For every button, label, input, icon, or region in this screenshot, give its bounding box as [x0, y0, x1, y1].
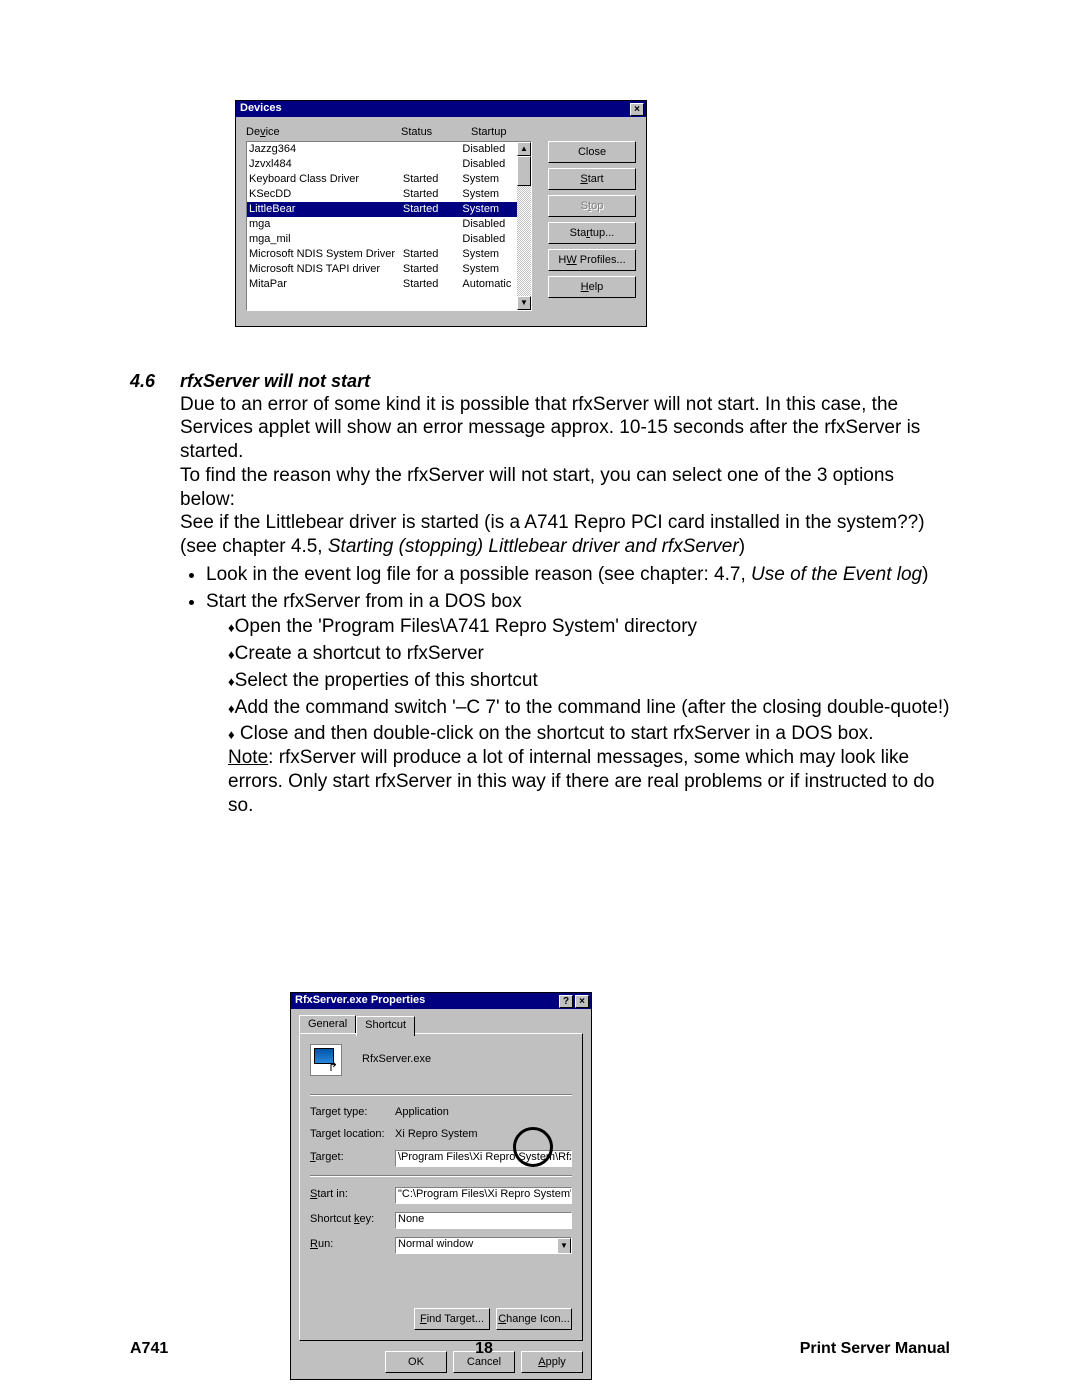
dialog-title: RfxServer.exe Properties: [295, 994, 425, 1008]
table-row[interactable]: KSecDDStartedSystem: [247, 187, 517, 202]
paragraph: Due to an error of some kind it is possi…: [180, 393, 950, 464]
tab-general[interactable]: General: [299, 1015, 356, 1035]
close-icon[interactable]: ×: [575, 995, 589, 1008]
column-headers: Device Status Startup: [246, 126, 541, 140]
stop-button: Stop: [548, 195, 636, 217]
shortcut-icon: [310, 1044, 342, 1076]
footer-right: Print Server Manual: [800, 1339, 950, 1359]
change-icon-button[interactable]: Change Icon...: [496, 1308, 572, 1330]
tab-shortcut[interactable]: Shortcut: [356, 1016, 415, 1036]
section-title: rfxServer will not start: [180, 370, 370, 393]
list-item: Add the command switch '–C 7' to the com…: [228, 696, 950, 720]
footer-left: A741: [130, 1339, 168, 1359]
value-target-type: Application: [395, 1106, 572, 1120]
table-row[interactable]: Keyboard Class DriverStartedSystem: [247, 172, 517, 187]
col-startup: Startup: [471, 126, 541, 140]
start-button[interactable]: Start: [548, 168, 636, 190]
col-device: Device: [246, 126, 401, 140]
list-item: Create a shortcut to rfxServer: [228, 642, 950, 666]
help-button[interactable]: Help: [548, 276, 636, 298]
label-start-in: Start in:: [310, 1188, 395, 1202]
table-row[interactable]: Jzvxl484Disabled: [247, 157, 517, 172]
note-label: Note: [228, 747, 268, 768]
scroll-down-icon[interactable]: ▼: [517, 296, 531, 310]
dialog-titlebar: Devices ×: [236, 101, 646, 117]
page-footer: A741 18 Print Server Manual: [130, 1339, 950, 1359]
dialog-title: Devices: [240, 102, 282, 116]
annotation-circle: [513, 1127, 553, 1167]
label-shortcut-key: Shortcut key:: [310, 1213, 395, 1227]
table-row[interactable]: mgaDisabled: [247, 217, 517, 232]
startup-button[interactable]: Startup...: [548, 222, 636, 244]
section-heading: 4.6 rfxServer will not start: [130, 370, 950, 393]
table-row[interactable]: LittleBearStartedSystem: [247, 202, 517, 217]
label-target: Target:: [310, 1151, 395, 1165]
footer-center: 18: [475, 1339, 493, 1359]
chevron-down-icon[interactable]: ▼: [557, 1238, 571, 1254]
list-item: Open the 'Program Files\A741 Repro Syste…: [228, 615, 950, 639]
scroll-up-icon[interactable]: ▲: [517, 142, 531, 156]
label-target-type: Target type:: [310, 1106, 395, 1120]
label-target-location: Target location:: [310, 1128, 395, 1142]
table-row[interactable]: Microsoft NDIS TAPI driverStartedSystem: [247, 262, 517, 277]
help-icon[interactable]: ?: [559, 995, 573, 1008]
properties-dialog: RfxServer.exe Properties ? × General Sho…: [290, 992, 592, 1380]
section-number: 4.6: [130, 370, 180, 393]
table-row[interactable]: Microsoft NDIS System DriverStartedSyste…: [247, 247, 517, 262]
tab-panel: RfxServer.exe Target type:Application Ta…: [299, 1033, 583, 1341]
scroll-thumb[interactable]: [517, 156, 531, 186]
list-item: Start the rfxServer from in a DOS box Op…: [206, 590, 950, 818]
list-item: Select the properties of this shortcut: [228, 669, 950, 693]
table-row[interactable]: Jazzg364Disabled: [247, 142, 517, 157]
paragraph: See if the Littlebear driver is started …: [180, 511, 950, 559]
startin-input[interactable]: "C:\Program Files\Xi Repro System": [395, 1187, 572, 1204]
device-listbox[interactable]: Jazzg364DisabledJzvxl484DisabledKeyboard…: [246, 141, 532, 311]
table-row[interactable]: mga_milDisabled: [247, 232, 517, 247]
scrollbar[interactable]: ▲ ▼: [517, 142, 531, 310]
list-item: Look in the event log file for a possibl…: [206, 563, 950, 587]
file-name: RfxServer.exe: [362, 1053, 431, 1067]
table-row[interactable]: MitaParStartedAutomatic: [247, 277, 517, 292]
paragraph: To find the reason why the rfxServer wil…: [180, 464, 950, 512]
close-button[interactable]: Close: [548, 141, 636, 163]
run-dropdown[interactable]: Normal window ▼: [395, 1237, 572, 1254]
label-run: Run:: [310, 1238, 395, 1252]
close-icon[interactable]: ×: [630, 103, 644, 116]
scroll-track[interactable]: [517, 186, 531, 296]
col-status: Status: [401, 126, 471, 140]
devices-dialog: Devices × Device Status Startup Jazzg364…: [235, 100, 647, 327]
list-item: Close and then double-click on the short…: [228, 722, 950, 817]
hwprofiles-button[interactable]: HW Profiles...: [548, 249, 636, 271]
dialog-titlebar: RfxServer.exe Properties ? ×: [291, 993, 591, 1009]
shortcutkey-input[interactable]: None: [395, 1212, 572, 1229]
find-target-button[interactable]: Find Target...: [414, 1308, 490, 1330]
